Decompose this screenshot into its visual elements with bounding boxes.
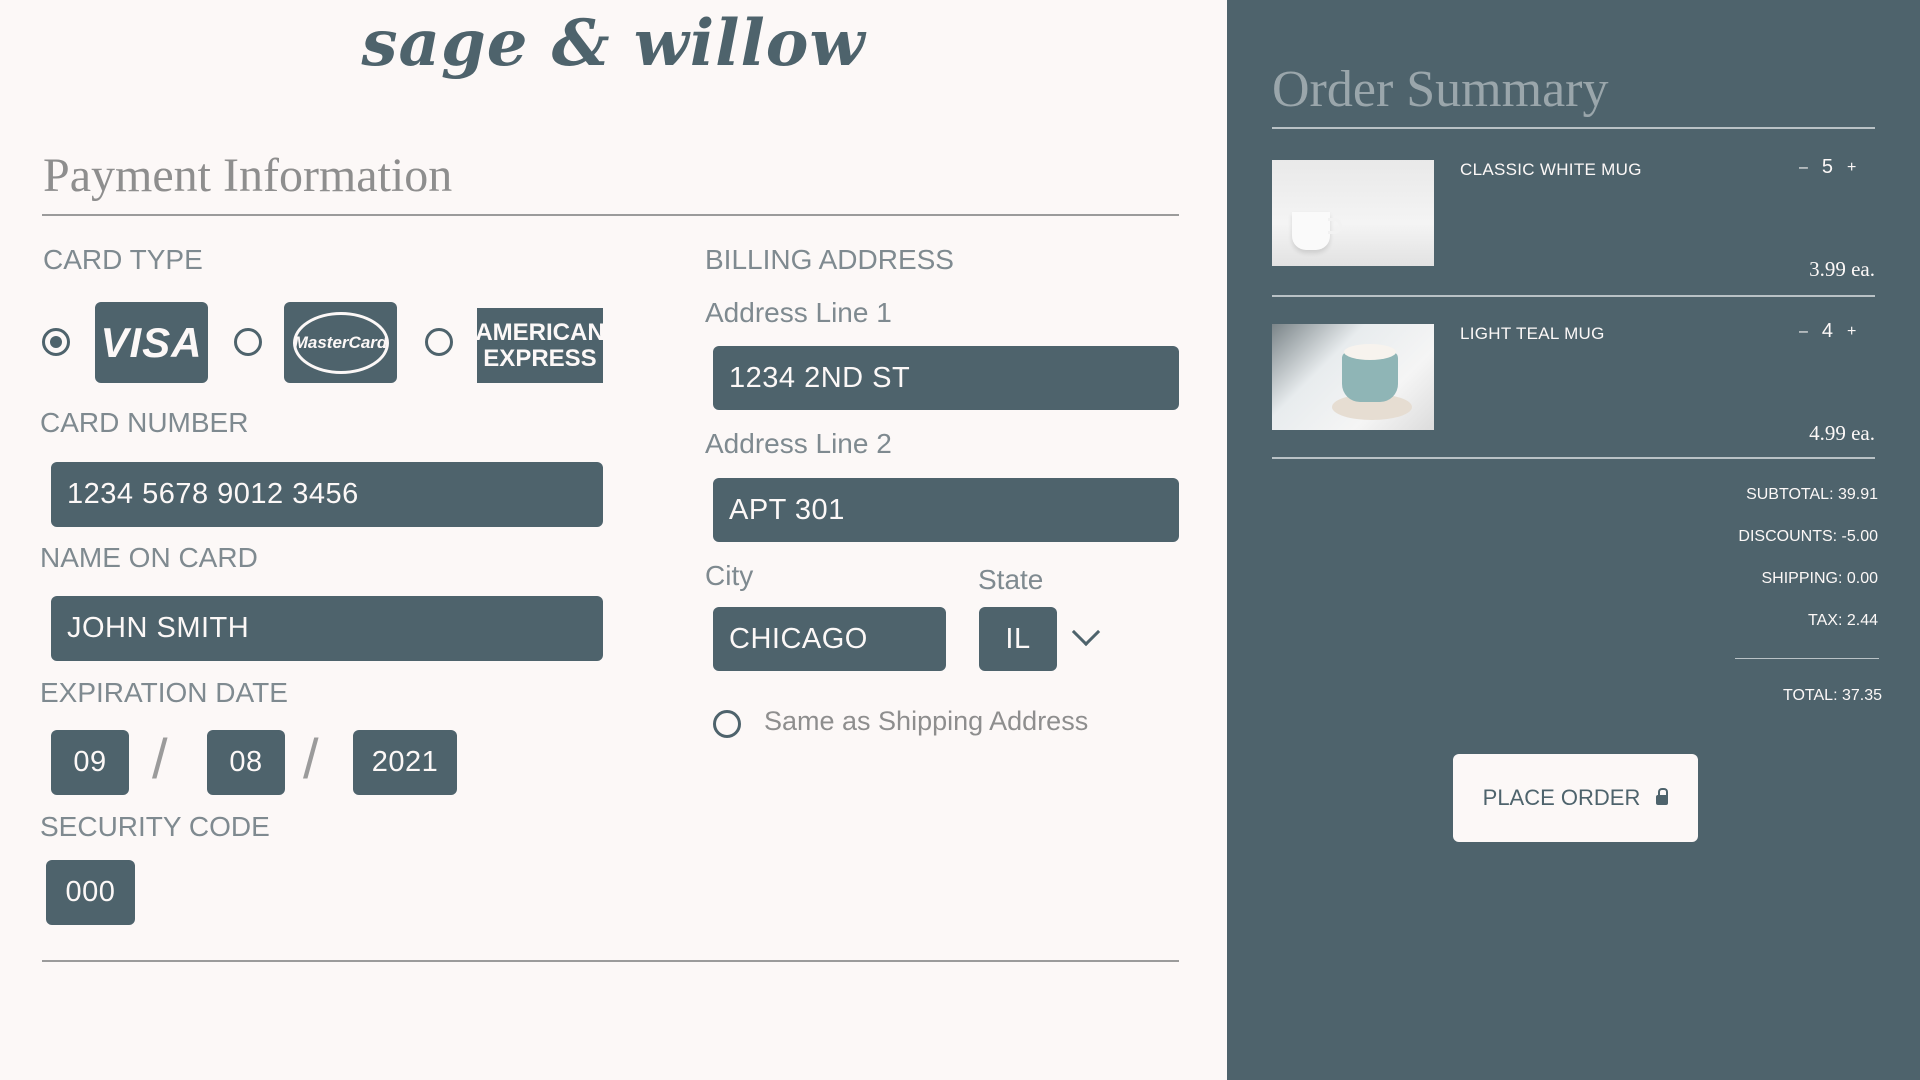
exp-day-field[interactable]: 08	[207, 730, 285, 795]
decrement-button[interactable]: –	[1799, 159, 1808, 177]
payment-title: Payment Information	[43, 149, 453, 202]
visa-logo[interactable]: VISA	[95, 302, 208, 383]
address-line2-label: Address Line 2	[705, 428, 892, 459]
place-order-label: PLACE ORDER	[1482, 785, 1641, 810]
divider	[1735, 658, 1879, 659]
mug-handle	[1328, 218, 1342, 234]
radio-visa[interactable]	[42, 328, 70, 356]
product-image-white-mug	[1272, 160, 1434, 266]
state-select[interactable]: IL	[979, 607, 1057, 671]
address-line1-field[interactable]: 1234 2ND ST	[713, 346, 1179, 410]
tax: TAX: 2.44	[1808, 612, 1878, 629]
address-line1-label: Address Line 1	[705, 297, 892, 328]
mastercard-logo[interactable]: MasterCard	[284, 302, 397, 383]
address-line2-field[interactable]: APT 301	[713, 478, 1179, 542]
divider	[42, 960, 1179, 962]
name-field[interactable]: JOHN SMITH	[51, 596, 603, 661]
visa-text: VISA	[100, 318, 203, 366]
city-label: City	[705, 560, 754, 591]
same-as-shipping-radio[interactable]	[713, 710, 741, 738]
increment-button[interactable]: +	[1847, 159, 1856, 177]
shipping: SHIPPING: 0.00	[1761, 570, 1879, 587]
discounts: DISCOUNTS: -5.00	[1738, 528, 1878, 545]
quantity-value: 4	[1821, 320, 1834, 342]
security-code-field[interactable]: 000	[46, 860, 135, 925]
divider	[1272, 457, 1875, 459]
state-label: State	[978, 564, 1044, 595]
radio-mastercard[interactable]	[234, 328, 262, 356]
name-label: NAME ON CARD	[40, 542, 258, 573]
radio-amex[interactable]	[425, 328, 453, 356]
quantity-value: 5	[1821, 156, 1834, 178]
product-image-teal-mug	[1272, 324, 1434, 430]
decrement-button[interactable]: –	[1799, 323, 1808, 341]
card-type-label: CARD TYPE	[43, 244, 203, 275]
same-as-shipping-label: Same as Shipping Address	[764, 706, 1089, 736]
amex-line2: EXPRESS	[483, 344, 597, 372]
expiration-label: EXPIRATION DATE	[40, 677, 288, 708]
quantity-stepper: – 5 +	[1799, 156, 1856, 179]
quantity-stepper: – 4 +	[1799, 320, 1856, 343]
card-number-label: CARD NUMBER	[40, 407, 249, 438]
amex-logo[interactable]: AMERICAN EXPRESS	[475, 308, 605, 383]
total: TOTAL: 37.35	[1782, 687, 1882, 704]
date-separator: /	[152, 727, 168, 790]
exp-year-field[interactable]: 2021	[353, 730, 457, 795]
date-separator: /	[303, 727, 319, 790]
order-summary-panel: Order Summary CLASSIC WHITE MUG – 5 + 3.…	[1227, 0, 1920, 1080]
chevron-down-icon[interactable]	[1071, 617, 1101, 647]
increment-button[interactable]: +	[1847, 323, 1856, 341]
item-name: CLASSIC WHITE MUG	[1460, 160, 1642, 179]
card-number-field[interactable]: 1234 5678 9012 3456	[51, 462, 603, 527]
payment-panel: sage & willow Payment Information CARD T…	[0, 0, 1227, 1080]
exp-month-field[interactable]: 09	[51, 730, 129, 795]
foam-shape	[1344, 344, 1396, 360]
divider	[1272, 295, 1875, 297]
billing-label: BILLING ADDRESS	[705, 244, 954, 275]
mug-shape	[1292, 212, 1330, 250]
mastercard-text: MasterCard	[293, 332, 388, 352]
subtotal: SUBTOTAL: 39.91	[1746, 486, 1878, 503]
item-price: 3.99 ea.	[1809, 257, 1875, 281]
city-field[interactable]: CHICAGO	[713, 607, 946, 671]
item-price: 4.99 ea.	[1809, 421, 1875, 445]
amex-line1: AMERICAN	[475, 318, 605, 346]
mastercard-circles: MasterCard	[292, 311, 389, 374]
item-name: LIGHT TEAL MUG	[1460, 324, 1605, 343]
order-summary-title: Order Summary	[1272, 61, 1609, 118]
divider	[42, 214, 1179, 216]
divider	[1272, 127, 1875, 129]
security-label: SECURITY CODE	[40, 811, 270, 842]
lock-icon	[1656, 788, 1669, 805]
place-order-button[interactable]: PLACE ORDER	[1453, 754, 1698, 842]
brand-logo: sage & willow	[361, 6, 866, 81]
